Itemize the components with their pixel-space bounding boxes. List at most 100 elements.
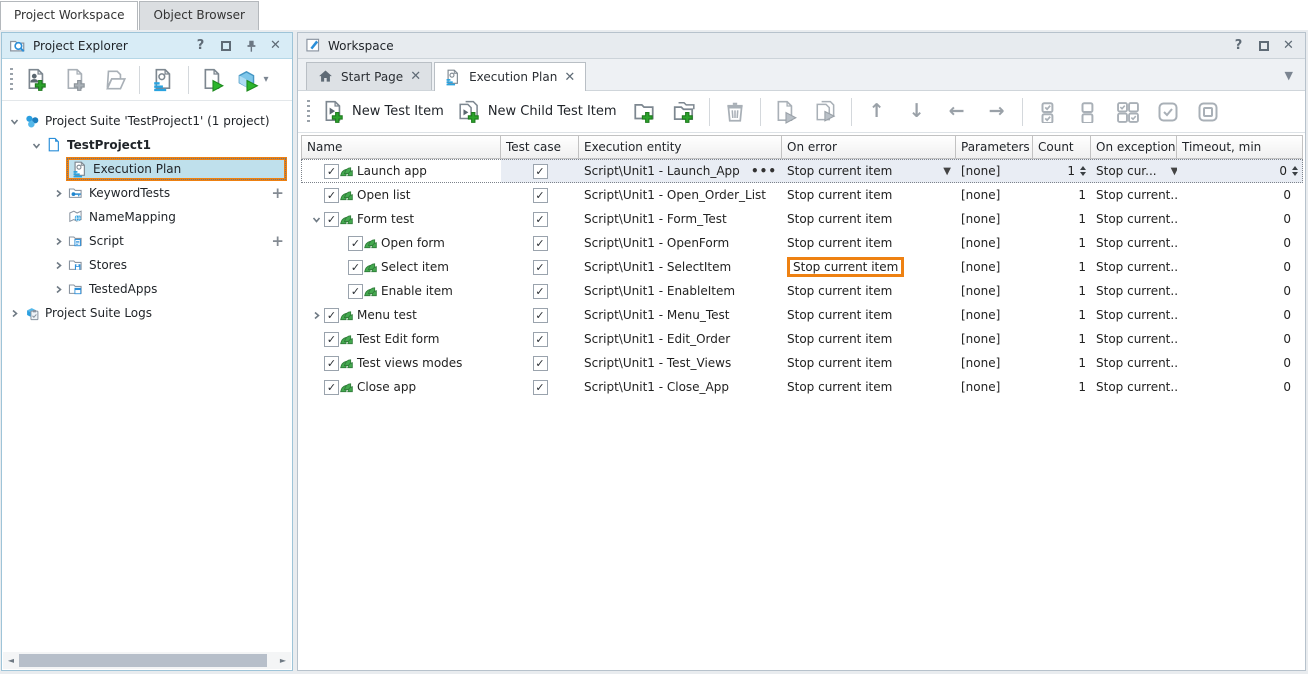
tree-item-namemapping[interactable]: NameMapping bbox=[2, 205, 292, 229]
disable-checkbox-button[interactable] bbox=[1190, 95, 1226, 129]
tree-item-stores[interactable]: Stores bbox=[2, 253, 292, 277]
column-header-execution-entity[interactable]: Execution entity bbox=[579, 135, 782, 159]
on-exception-cell[interactable]: Stop cur...▼ bbox=[1091, 159, 1177, 183]
tree-item-keywordtests[interactable]: KeywordTests+ bbox=[2, 181, 292, 205]
on-exception-cell[interactable]: Stop current... bbox=[1091, 255, 1177, 279]
pin-button[interactable] bbox=[241, 37, 260, 55]
on-exception-cell[interactable]: Stop current... bbox=[1091, 303, 1177, 327]
execution-entity-cell[interactable]: Script\Unit1 - Test_Views bbox=[579, 351, 782, 375]
parameters-cell[interactable]: [none] bbox=[956, 303, 1033, 327]
name-cell[interactable]: ✓Test Edit form bbox=[301, 327, 501, 351]
add-button[interactable]: + bbox=[267, 232, 288, 250]
scroll-left-icon[interactable]: ◄ bbox=[3, 653, 19, 668]
column-header-test-case[interactable]: Test case bbox=[501, 135, 579, 159]
execution-entity-cell[interactable]: Script\Unit1 - Menu_Test bbox=[579, 303, 782, 327]
tree-expand-icon[interactable] bbox=[50, 260, 66, 271]
dropdown-caret-icon[interactable]: ▼ bbox=[943, 166, 951, 177]
execution-entity-cell[interactable]: Script\Unit1 - Open_Order_List bbox=[579, 183, 782, 207]
new-child-group-button[interactable] bbox=[666, 95, 702, 129]
run-selected-item-button[interactable] bbox=[768, 95, 804, 129]
timeout-cell[interactable]: 0 bbox=[1177, 159, 1303, 183]
tree-expand-icon[interactable] bbox=[50, 188, 66, 199]
count-cell[interactable]: 1 bbox=[1033, 231, 1091, 255]
name-cell[interactable]: ✓Launch app bbox=[301, 159, 501, 183]
column-header-count[interactable]: Count bbox=[1033, 135, 1091, 159]
new-group-button[interactable] bbox=[626, 95, 662, 129]
add-new-project-button[interactable] bbox=[19, 63, 55, 97]
checkbox[interactable]: ✓ bbox=[533, 236, 548, 251]
parameters-cell[interactable]: [none] bbox=[956, 231, 1033, 255]
test-item-row-open-list[interactable]: ✓Open list✓Script\Unit1 - Open_Order_Lis… bbox=[301, 183, 1303, 207]
maximize-button[interactable] bbox=[1254, 37, 1273, 55]
parameters-cell[interactable]: [none] bbox=[956, 183, 1033, 207]
run-project-suite-button[interactable]: ▾ bbox=[234, 63, 270, 97]
tab-project-workspace[interactable]: Project Workspace bbox=[0, 1, 138, 30]
row-expand-icon[interactable] bbox=[309, 214, 324, 225]
move-right-button[interactable]: → bbox=[979, 95, 1015, 129]
count-cell[interactable]: 1 bbox=[1033, 159, 1091, 183]
help-button[interactable]: ? bbox=[191, 37, 210, 55]
new-project-item-button[interactable] bbox=[58, 63, 94, 97]
checkbox[interactable]: ✓ bbox=[348, 284, 363, 299]
parameters-cell[interactable]: [none] bbox=[956, 255, 1033, 279]
checkbox[interactable]: ✓ bbox=[348, 236, 363, 251]
close-tab-icon[interactable]: ✕ bbox=[410, 69, 421, 84]
scroll-right-icon[interactable]: ► bbox=[275, 653, 291, 668]
spinner-control[interactable] bbox=[1292, 166, 1298, 176]
column-header-on-error[interactable]: On error bbox=[782, 135, 956, 159]
on-exception-cell[interactable]: Stop current... bbox=[1091, 327, 1177, 351]
test-item-row-open-form[interactable]: ✓Open form✓Script\Unit1 - OpenFormStop c… bbox=[301, 231, 1303, 255]
toolbar-grip[interactable] bbox=[10, 68, 13, 92]
on-error-cell[interactable]: Stop current item bbox=[782, 231, 956, 255]
close-tab-icon[interactable]: ✕ bbox=[564, 70, 575, 85]
move-down-button[interactable]: ↓ bbox=[899, 95, 935, 129]
tree-expand-icon[interactable] bbox=[50, 284, 66, 295]
move-up-button[interactable]: ↑ bbox=[859, 95, 895, 129]
test-item-row-test-views-modes[interactable]: ✓Test views modes✓Script\Unit1 - Test_Vi… bbox=[301, 351, 1303, 375]
count-cell[interactable]: 1 bbox=[1033, 327, 1091, 351]
checkbox[interactable]: ✓ bbox=[533, 356, 548, 371]
timeout-cell[interactable]: 0 bbox=[1177, 207, 1303, 231]
test-item-row-form-test[interactable]: ✓Form test✓Script\Unit1 - Form_TestStop … bbox=[301, 207, 1303, 231]
execution-entity-cell[interactable]: Script\Unit1 - SelectItem bbox=[579, 255, 782, 279]
execution-entity-cell[interactable]: Script\Unit1 - OpenForm bbox=[579, 231, 782, 255]
name-cell[interactable]: ✓Select item bbox=[301, 255, 501, 279]
test-item-row-menu-test[interactable]: ✓Menu test✓Script\Unit1 - Menu_TestStop … bbox=[301, 303, 1303, 327]
timeout-cell[interactable]: 0 bbox=[1177, 351, 1303, 375]
name-cell[interactable]: ✓Open list bbox=[301, 183, 501, 207]
checkbox[interactable]: ✓ bbox=[324, 188, 339, 203]
execution-entity-cell[interactable]: Script\Unit1 - Form_Test bbox=[579, 207, 782, 231]
on-error-cell[interactable]: Stop current item▼ bbox=[782, 159, 956, 183]
tree-expand-icon[interactable] bbox=[28, 140, 44, 151]
move-left-button[interactable]: ← bbox=[939, 95, 975, 129]
execution-entity-cell[interactable]: Script\Unit1 - Edit_Order bbox=[579, 327, 782, 351]
on-error-cell[interactable]: Stop current item bbox=[782, 303, 956, 327]
close-panel-button[interactable]: ✕ bbox=[1279, 37, 1298, 55]
checkbox[interactable]: ✓ bbox=[324, 212, 339, 227]
on-error-cell[interactable]: Stop current item bbox=[782, 327, 956, 351]
test-case-cell[interactable]: ✓ bbox=[501, 279, 579, 303]
ellipsis-button[interactable]: ••• bbox=[751, 164, 777, 178]
test-item-row-enable-item[interactable]: ✓Enable item✓Script\Unit1 - EnableItemSt… bbox=[301, 279, 1303, 303]
test-item-row-close-app[interactable]: ✓Close app✓Script\Unit1 - Close_AppStop … bbox=[301, 375, 1303, 399]
column-header-name[interactable]: Name bbox=[301, 135, 501, 159]
count-cell[interactable]: 1 bbox=[1033, 183, 1091, 207]
tree-item-testedapps[interactable]: TestedApps bbox=[2, 277, 292, 301]
checkbox[interactable]: ✓ bbox=[533, 308, 548, 323]
count-cell[interactable]: 1 bbox=[1033, 207, 1091, 231]
scrollbar-thumb[interactable] bbox=[19, 654, 267, 667]
checkbox[interactable]: ✓ bbox=[533, 164, 548, 179]
parameters-cell[interactable]: [none] bbox=[956, 351, 1033, 375]
help-button[interactable]: ? bbox=[1229, 37, 1248, 55]
tree-item-script[interactable]: Script+ bbox=[2, 229, 292, 253]
test-item-row-launch-app[interactable]: ✓Launch app ✓ Script\Unit1 - Launch_App•••… bbox=[301, 159, 1303, 183]
test-case-cell[interactable]: ✓ bbox=[501, 231, 579, 255]
test-case-cell[interactable]: ✓ bbox=[501, 327, 579, 351]
checkbox[interactable]: ✓ bbox=[533, 188, 548, 203]
tab-object-browser[interactable]: Object Browser bbox=[139, 1, 259, 30]
on-error-cell[interactable]: Stop current item bbox=[782, 351, 956, 375]
execution-entity-cell[interactable]: Script\Unit1 - Launch_App••• bbox=[579, 159, 782, 183]
timeout-cell[interactable]: 0 bbox=[1177, 255, 1303, 279]
on-exception-cell[interactable]: Stop current... bbox=[1091, 279, 1177, 303]
on-error-cell[interactable]: Stop current item bbox=[782, 207, 956, 231]
